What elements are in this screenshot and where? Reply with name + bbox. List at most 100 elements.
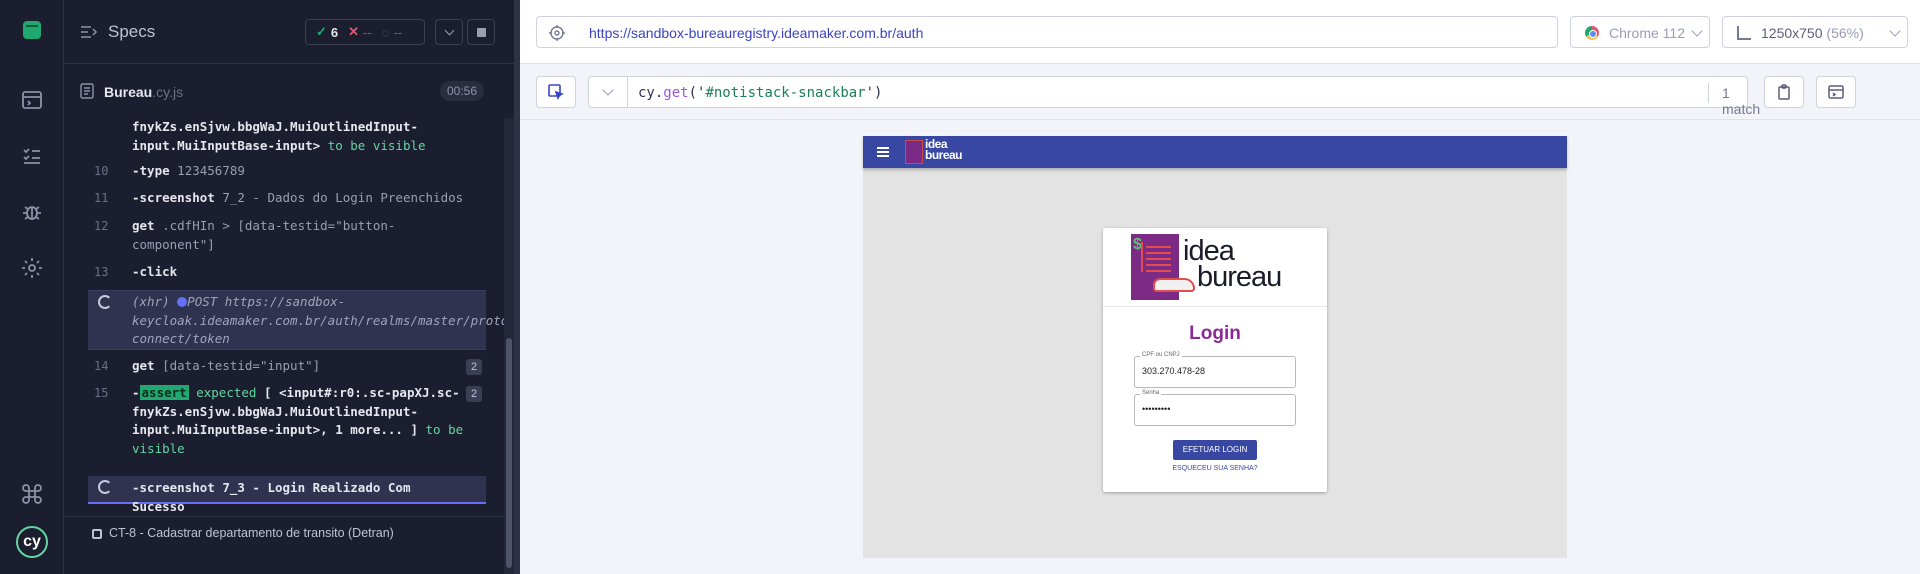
runs-icon[interactable] [20,144,44,168]
command-name: -click [132,264,178,279]
next-test-row[interactable]: CT-8 - Cadastrar departamento de transit… [64,516,504,550]
selector-playground: cy.get('#notistack-snackbar') 1 match [520,64,1920,120]
command-number: 11 [94,191,109,205]
url-text[interactable]: https://sandbox-bureauregistry.ideamaker… [589,25,923,41]
command-list: fnykZs.enSjvw.bbgWaJ.MuiOutlinedInput-in… [88,118,508,558]
specs-header: Specs ✓ 6 ✕ -- ◌ -- [64,0,514,64]
login-title: Login [1189,323,1241,344]
command-number: 15 [94,386,109,400]
command-message: fnykZs.enSjvw.bbgWaJ.MuiOutlinedInput-in… [132,119,426,153]
chevron-down-icon [602,84,614,96]
command-number: 12 [94,219,109,233]
cypress-logo-icon[interactable]: cy [16,526,48,558]
spec-duration: 00:56 [440,81,485,101]
cypress-app-icon[interactable] [20,18,44,42]
login-button[interactable]: EFETUAR LOGIN [1173,440,1257,460]
aut-viewport: idea bureau $ idea bureau Login CPF ou CNP… [863,136,1567,558]
keyboard-shortcuts-icon[interactable] [20,482,44,506]
command-row[interactable]: 10 -type 123456789 [88,162,486,180]
command-row[interactable]: 12 get .cdfHIn > [data-testid="button-co… [88,217,486,255]
assert-command-row[interactable]: 15 - assert expected [ <input#:r0:.sc-pap… [88,384,486,462]
passed-count: 6 [330,24,339,40]
browser-label: Chrome 112 [1609,25,1686,41]
element-count-badge: 2 [466,359,482,375]
command-row[interactable]: 11 -screenshot 7_2 - Dados do Login Pree… [88,189,486,207]
command-message: 123456789 [177,163,245,178]
element-picker-button[interactable] [536,76,576,108]
spec-file-row: Bureau.cy.js 00:56 [64,72,514,112]
idea-bureau-logo-icon: $ [1131,234,1195,300]
element-count-badge: 2 [466,386,482,402]
hamburger-menu-icon[interactable] [877,147,889,157]
expand-controls-button[interactable] [435,19,463,45]
command-name: -screenshot [132,190,215,205]
specs-title[interactable]: Specs [108,22,155,42]
active-command-row[interactable]: -screenshot 7_3 - Login Realizado Com Su… [88,476,486,514]
loading-spinner-icon [98,480,112,494]
specs-list-icon[interactable] [80,24,98,40]
command-row[interactable]: 13 -click [88,263,486,281]
left-nav-rail: cy [0,0,64,574]
selector-input[interactable]: cy.get('#notistack-snackbar') 1 match [628,76,1760,117]
xhr-request-row[interactable]: (xhr) POST https://sandbox-keycloak.idea… [88,290,508,350]
command-row[interactable]: 14 get [data-testid="input"] 2 [88,357,486,375]
divider [1103,306,1327,307]
command-name: get [132,218,155,233]
url-bar: https://sandbox-bureauregistry.ideamaker… [520,0,1920,64]
xhr-message: (xhr) POST https://sandbox-keycloak.idea… [132,294,508,346]
cpf-cnpj-label: CPF ou CNPJ [1140,352,1182,358]
cpf-cnpj-field[interactable]: CPF ou CNPJ 303.270.478-28 [1134,352,1296,388]
check-icon: ✓ [316,24,327,39]
idea-bureau-mini-logo-icon [905,140,923,164]
password-value[interactable]: ••••••••• [1142,404,1170,414]
scrollbar-thumb[interactable] [506,338,512,568]
console-icon [1828,85,1844,99]
pending-test-checkbox-icon [92,529,102,539]
spec-file-basename: Bureau [104,84,153,100]
viewport-label: 1250x750 (56%) [1761,25,1864,41]
copy-selector-button[interactable] [1764,76,1804,108]
chrome-icon [1585,26,1599,40]
command-message: [data-testid="input"] [162,358,321,373]
password-label: Senha [1140,390,1162,396]
command-name: -type [132,163,170,178]
url-field[interactable]: https://sandbox-bureauregistry.ideamaker… [536,16,1558,48]
crosshair-icon[interactable] [549,25,565,41]
test-stats: ✓ 6 ✕ -- ◌ -- [305,19,425,45]
command-message: .cdfHIn > [data-testid="button-component… [132,218,396,252]
pending-stat: ◌ -- [382,25,402,40]
next-test-label: CT-8 - Cadastrar departamento de transit… [109,526,394,540]
command-log-scrollbar[interactable] [504,118,514,574]
cursor-select-icon [548,84,564,100]
selector-method-dropdown[interactable] [588,76,628,108]
browser-selector[interactable]: Chrome 112 [1570,16,1710,48]
viewport-info[interactable]: 1250x750 (56%) [1722,16,1908,48]
login-card: $ idea bureau Login CPF ou CNPJ 303.270.4… [1103,228,1327,492]
cpf-cnpj-value[interactable]: 303.270.478-28 [1142,366,1205,376]
settings-icon[interactable] [20,256,44,280]
command-number: 14 [94,359,109,373]
stop-icon [476,27,486,37]
debug-icon[interactable] [20,200,44,224]
forgot-password-link[interactable]: ESQUECEU SUA SENHA? [1103,465,1327,472]
passed-stat: ✓ 6 [316,24,338,40]
command-name: -screenshot [132,480,215,495]
password-field[interactable]: Senha ••••••••• [1134,390,1296,426]
command-row[interactable]: fnykZs.enSjvw.bbgWaJ.MuiOutlinedInput-in… [88,118,486,156]
match-count: 1 match [1722,85,1761,117]
command-name: get [132,358,155,373]
spec-file-name[interactable]: Bureau.cy.js [104,84,183,100]
header-logo-text: idea bureau [925,137,963,162]
print-to-console-button[interactable] [1816,76,1856,108]
specs-icon[interactable] [20,88,44,112]
stop-button[interactable] [467,19,495,45]
selector-text[interactable]: cy.get('#notistack-snackbar') [638,85,882,101]
command-number: 10 [94,164,109,178]
failed-count: -- [363,24,372,40]
clipboard-icon [1778,84,1790,100]
divider [1708,83,1709,103]
aut-app-header: idea bureau [863,136,1567,168]
command-message: 7_2 - Dados do Login Preenchidos [222,190,464,205]
x-icon: ✕ [348,24,360,39]
app-preview-panel: https://sandbox-bureauregistry.ideamaker… [514,0,1920,574]
